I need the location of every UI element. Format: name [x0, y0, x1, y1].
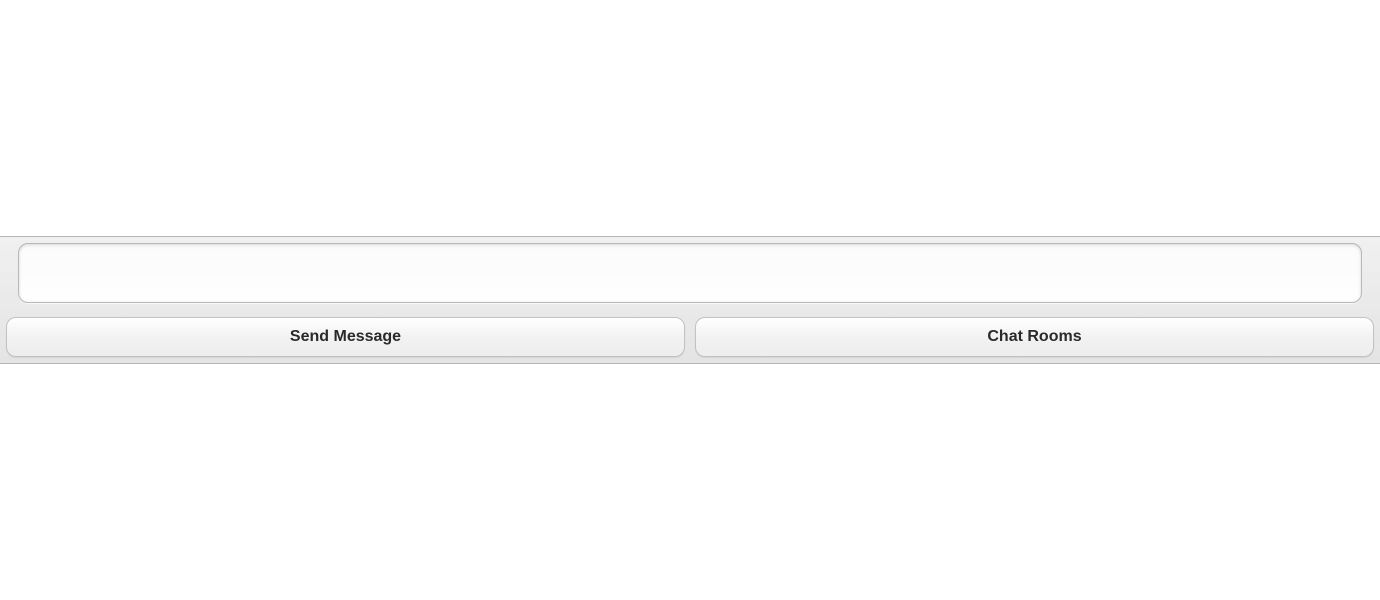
- message-input-container: [4, 243, 1376, 317]
- chat-footer-bar: Send Message Chat Rooms: [0, 236, 1380, 364]
- button-row: Send Message Chat Rooms: [4, 317, 1376, 357]
- chat-rooms-button[interactable]: Chat Rooms: [695, 317, 1374, 357]
- message-input[interactable]: [18, 243, 1362, 303]
- send-message-button[interactable]: Send Message: [6, 317, 685, 357]
